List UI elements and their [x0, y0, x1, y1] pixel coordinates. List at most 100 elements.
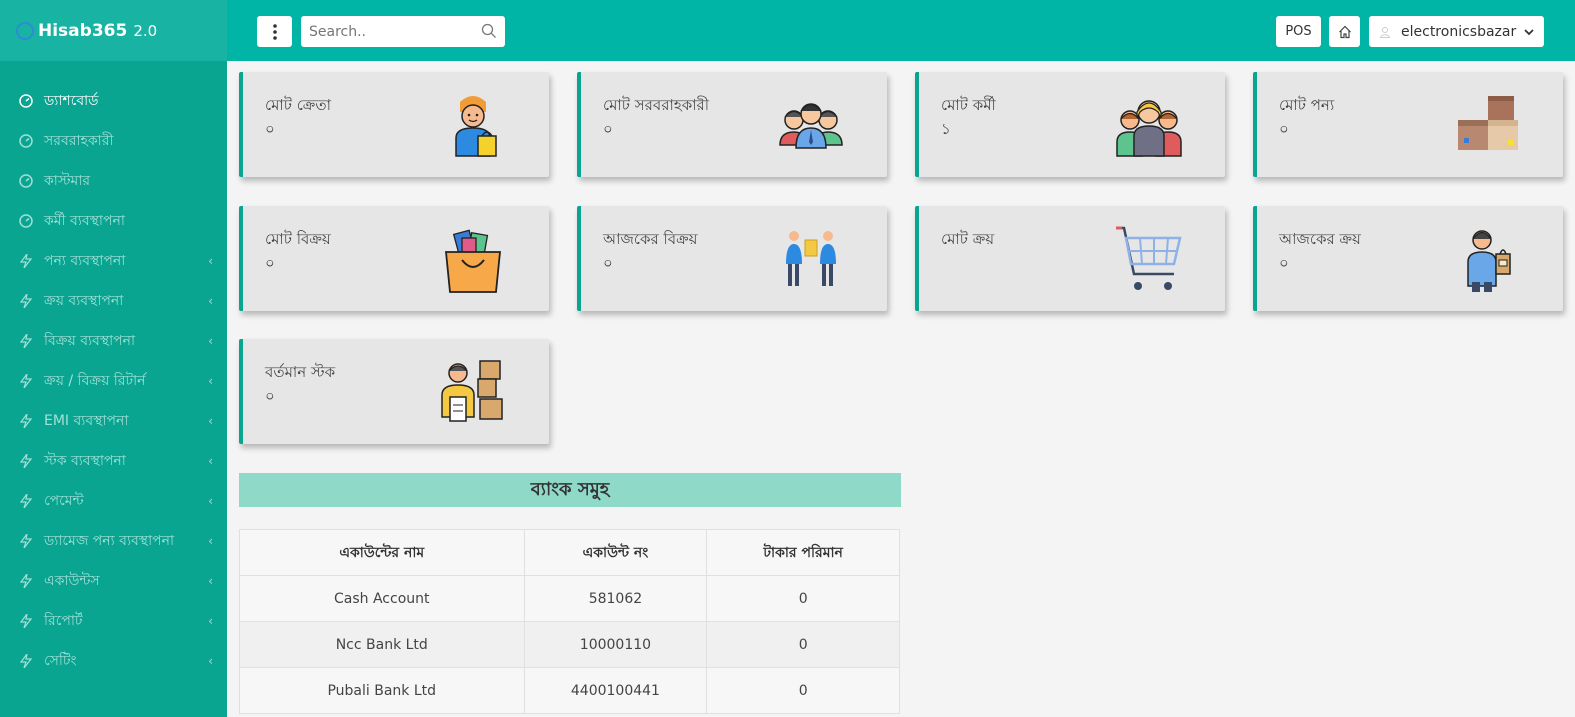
employees-icon: [1116, 100, 1182, 157]
stock-worker-icon: [441, 360, 503, 422]
sidebar-item-purchase[interactable]: ক্রয় ব্যবস্থাপনা ‹: [0, 281, 227, 321]
chevron-left-icon: ‹: [208, 414, 213, 428]
chevron-left-icon: ‹: [208, 574, 213, 588]
card-title: মোট কর্মী: [941, 96, 996, 114]
brand-name: Hisab365: [38, 20, 128, 41]
account-number-cell: 581062: [523, 575, 708, 622]
column-header[interactable]: টাকার পরিমান: [706, 529, 900, 576]
bolt-icon: [18, 293, 34, 309]
sidebar-item-settings[interactable]: সেটিং ‹: [0, 641, 227, 681]
bolt-icon: [18, 253, 34, 269]
bolt-icon: [18, 493, 34, 509]
dashboard-icon: [18, 213, 34, 229]
home-icon: [1338, 25, 1351, 38]
table-header-row: একাউন্টের নাম একাউন্ট নং টাকার পরিমান: [239, 529, 900, 576]
top-bar: POS electronicsbazar: [227, 0, 1575, 61]
brand-version: 2.0: [133, 21, 158, 40]
column-header[interactable]: একাউন্টের নাম: [239, 529, 525, 576]
bolt-icon: [18, 413, 34, 429]
bolt-icon: [18, 613, 34, 629]
column-header[interactable]: একাউন্ট নং: [523, 529, 708, 576]
dashboard-icon: [18, 93, 34, 109]
card-title: মোট সরবরাহকারী: [603, 96, 710, 114]
card-value: ০: [265, 254, 275, 272]
sidebar-item-returns[interactable]: ক্রয় / বিক্রয় রিটার্ন ‹: [0, 361, 227, 401]
sidebar: Hisab365 2.0 ড্যাশবোর্ড সরবরাহকারী কাস্ট…: [0, 0, 227, 717]
search-icon[interactable]: [481, 23, 497, 39]
customer-icon: [455, 96, 497, 157]
card-total-sales[interactable]: মোট বিক্রয় ০: [239, 206, 549, 311]
username: electronicsbazar: [1401, 23, 1517, 40]
bolt-icon: [18, 373, 34, 389]
sidebar-item-sales[interactable]: বিক্রয় ব্যবস্থাপনা ‹: [0, 321, 227, 361]
amount-cell: 0: [706, 575, 900, 622]
card-today-purchase[interactable]: আজকের ক্রয় ০: [1253, 206, 1563, 311]
account-number-cell: 10000110: [523, 621, 708, 668]
card-title: মোট ক্রেতা: [265, 96, 331, 114]
sidebar-item-payment[interactable]: পেমেন্ট ‹: [0, 481, 227, 521]
card-total-suppliers[interactable]: মোট সরবরাহকারী ০: [577, 72, 887, 177]
account-number-cell: 4400100441: [523, 667, 708, 714]
card-total-purchase[interactable]: মোট ক্রয়: [915, 206, 1225, 311]
bank-table: একাউন্টের নাম একাউন্ট নং টাকার পরিমান Ca…: [239, 529, 900, 714]
card-title: মোট ক্রয়: [941, 230, 995, 248]
home-button[interactable]: [1329, 16, 1360, 47]
card-value: ০: [603, 254, 613, 272]
chevron-left-icon: ‹: [208, 494, 213, 508]
search-input[interactable]: [301, 23, 471, 40]
shopper-icon: [1467, 230, 1511, 292]
account-name-cell: Pubali Bank Ltd: [239, 667, 525, 714]
sidebar-item-damage[interactable]: ড্যামেজ পন্য ব্যবস্থাপনা ‹: [0, 521, 227, 561]
menu-toggle-button[interactable]: [257, 16, 292, 47]
cart-icon: [1116, 226, 1182, 290]
sidebar-nav: ড্যাশবোর্ড সরবরাহকারী কাস্টমার কর্মী ব্য…: [0, 61, 227, 681]
card-value: ০: [1279, 120, 1289, 138]
sidebar-item-report[interactable]: রিপোর্ট ‹: [0, 601, 227, 641]
suppliers-icon: [779, 103, 843, 149]
sidebar-item-dashboard[interactable]: ড্যাশবোর্ড: [0, 81, 227, 121]
user-menu-button[interactable]: electronicsbazar: [1369, 16, 1544, 47]
card-total-customers[interactable]: মোট ক্রেতা ০: [239, 72, 549, 177]
kebab-icon: [272, 23, 277, 40]
search-box: [301, 16, 505, 47]
dashboard-icon: [18, 133, 34, 149]
card-value: ১: [941, 120, 951, 138]
chevron-down-icon: [1524, 28, 1534, 35]
user-icon: [1379, 26, 1391, 38]
card-title: মোট বিক্রয়: [265, 230, 331, 248]
chevron-left-icon: ‹: [208, 654, 213, 668]
shopping-bag-icon: [445, 229, 501, 293]
card-title: মোট পন্য: [1279, 96, 1335, 114]
card-total-employees[interactable]: মোট কর্মী ১: [915, 72, 1225, 177]
amount-cell: 0: [706, 667, 900, 714]
sidebar-item-emi[interactable]: EMI ব্যবস্থাপনা ‹: [0, 401, 227, 441]
handover-icon: [786, 231, 836, 286]
card-current-stock[interactable]: বর্তমান স্টক ০: [239, 339, 549, 444]
bank-section-title: ব্যাংক সমুহ: [239, 473, 901, 507]
amount-cell: 0: [706, 621, 900, 668]
sidebar-item-suppliers[interactable]: সরবরাহকারী: [0, 121, 227, 161]
logo-icon: [16, 21, 34, 40]
sidebar-item-products[interactable]: পন্য ব্যবস্থাপনা ‹: [0, 241, 227, 281]
card-total-products[interactable]: মোট পন্য ০: [1253, 72, 1563, 177]
bolt-icon: [18, 453, 34, 469]
table-row: Cash Account 581062 0: [239, 575, 900, 622]
sidebar-item-customers[interactable]: কাস্টমার: [0, 161, 227, 201]
card-title: আজকের ক্রয়: [1279, 230, 1361, 248]
account-name-cell: Ncc Bank Ltd: [239, 621, 525, 668]
boxes-icon: [1458, 96, 1518, 150]
card-today-sales[interactable]: আজকের বিক্রয় ০: [577, 206, 887, 311]
pos-button[interactable]: POS: [1276, 16, 1321, 47]
bolt-icon: [18, 573, 34, 589]
card-title: আজকের বিক্রয়: [603, 230, 698, 248]
chevron-left-icon: ‹: [208, 614, 213, 628]
card-value: ০: [603, 120, 613, 138]
card-value: ০: [265, 387, 275, 405]
chevron-left-icon: ‹: [208, 254, 213, 268]
brand[interactable]: Hisab365 2.0: [0, 0, 227, 61]
sidebar-item-accounts[interactable]: একাউন্টস ‹: [0, 561, 227, 601]
sidebar-item-stock[interactable]: স্টক ব্যবস্থাপনা ‹: [0, 441, 227, 481]
sidebar-item-employees[interactable]: কর্মী ব্যবস্থাপনা: [0, 201, 227, 241]
bolt-icon: [18, 533, 34, 549]
table-row: Ncc Bank Ltd 10000110 0: [239, 621, 900, 668]
